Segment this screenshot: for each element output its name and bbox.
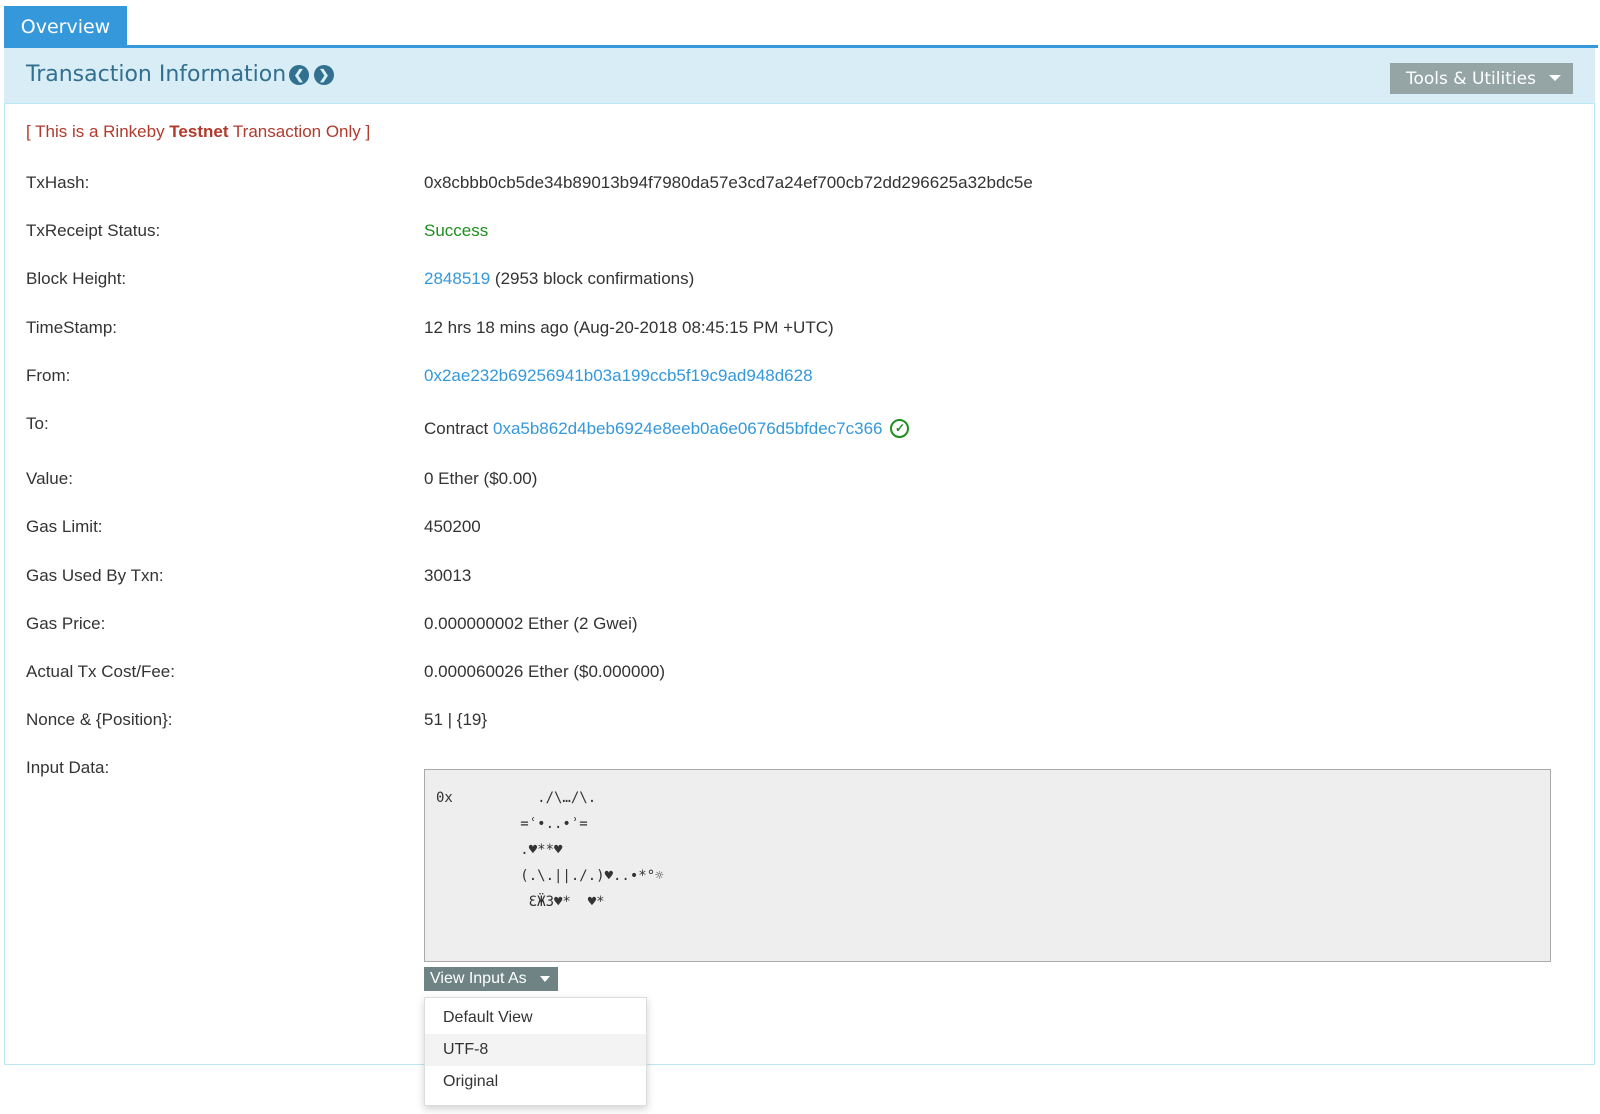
menu-item-utf8[interactable]: UTF-8 xyxy=(425,1034,646,1066)
status-label: TxReceipt Status: xyxy=(26,221,161,240)
notice-testnet: Testnet xyxy=(169,122,229,141)
fee-label: Actual Tx Cost/Fee: xyxy=(26,662,175,681)
view-input-label: View Input As xyxy=(430,970,527,987)
block-link[interactable]: 2848519 xyxy=(424,269,490,288)
tab-overview[interactable]: Overview xyxy=(4,6,127,47)
from-address-link[interactable]: 0x2ae232b69256941b03a199ccb5f19c9ad948d6… xyxy=(424,366,813,385)
to-value: Contract 0xa5b862d4beb6924e8eeb0a6e0676d… xyxy=(424,419,910,439)
block-value: 2848519 (2953 block confirmations) xyxy=(424,269,694,289)
next-transaction-icon[interactable]: ❯ xyxy=(314,65,334,85)
panel-header: Transaction Information ❮ ❯ Tools & Util… xyxy=(4,48,1595,104)
notice-prefix: [ This is a Rinkeby xyxy=(26,122,170,141)
from-value: 0x2ae232b69256941b03a199ccb5f19c9ad948d6… xyxy=(424,366,813,386)
to-label: To: xyxy=(26,414,49,433)
block-label: Block Height: xyxy=(26,269,127,288)
fee-value: 0.000060026 Ether ($0.000000) xyxy=(424,662,666,681)
view-input-as-button[interactable]: View Input As xyxy=(424,967,558,991)
from-label: From: xyxy=(26,366,71,385)
tools-label: Tools & Utilities xyxy=(1406,68,1536,89)
to-address-link[interactable]: 0xa5b862d4beb6924e8eeb0a6e0676d5bfdec7c3… xyxy=(493,419,883,438)
tools-utilities-dropdown[interactable]: Tools & Utilities xyxy=(1390,63,1573,94)
menu-item-default-view[interactable]: Default View xyxy=(425,1002,646,1034)
input-data-label: Input Data: xyxy=(26,758,110,777)
gas-limit-label: Gas Limit: xyxy=(26,517,103,536)
notice-suffix: Transaction Only ] xyxy=(228,122,371,141)
gas-limit-value: 450200 xyxy=(424,517,481,536)
gas-used-label: Gas Used By Txn: xyxy=(26,566,164,585)
value-value: 0 Ether ($0.00) xyxy=(424,469,538,488)
caret-down-icon xyxy=(540,976,550,982)
input-data-textarea[interactable]: 0x ./\…/\. =ʿ•..•ʾ= .♥**♥ (.\.||./.)♥..•… xyxy=(424,769,1551,962)
block-confirmations: (2953 block confirmations) xyxy=(490,269,695,288)
txhash-value: 0x8cbbb0cb5de34b89013b94f7980da57e3cd7a2… xyxy=(424,173,1033,192)
verified-check-icon: ✓ xyxy=(890,419,910,438)
value-label: Value: xyxy=(26,469,73,488)
view-input-menu: Default View UTF-8 Original xyxy=(424,997,647,1106)
testnet-notice: [ This is a Rinkeby Testnet Transaction … xyxy=(26,122,370,142)
status-value: Success xyxy=(424,221,489,240)
caret-down-icon xyxy=(1549,75,1561,81)
timestamp-value: 12 hrs 18 mins ago (Aug-20-2018 08:45:15… xyxy=(424,318,834,337)
menu-item-original[interactable]: Original xyxy=(425,1066,646,1098)
page-title: Transaction Information xyxy=(26,62,287,87)
txhash-label: TxHash: xyxy=(26,173,90,192)
gas-used-value: 30013 xyxy=(424,566,472,585)
timestamp-label: TimeStamp: xyxy=(26,318,118,337)
nonce-value: 51 | {19} xyxy=(424,710,488,729)
prev-transaction-icon[interactable]: ❮ xyxy=(289,65,309,85)
gas-price-value: 0.000000002 Ether (2 Gwei) xyxy=(424,614,638,633)
nonce-label: Nonce & {Position}: xyxy=(26,710,173,729)
gas-price-label: Gas Price: xyxy=(26,614,106,633)
contract-prefix: Contract xyxy=(424,419,493,438)
